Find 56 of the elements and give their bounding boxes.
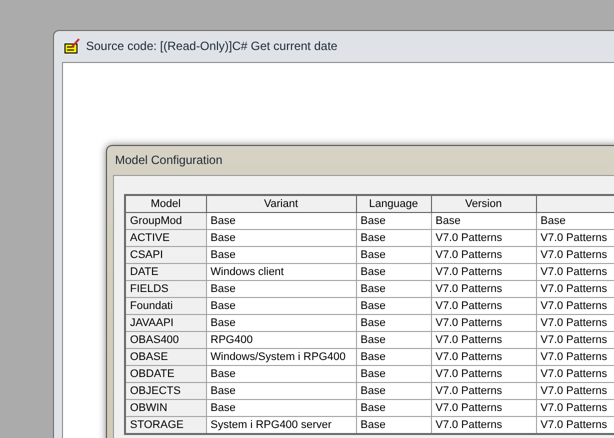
table-cell: V7.0 Patterns (431, 366, 536, 382)
row-header: OBWIN (125, 400, 206, 416)
table-cell: Base (206, 246, 356, 264)
table-cell: Base (356, 314, 431, 332)
table-cell: V7.0 Patterns (431, 230, 536, 246)
row-header: DATE (125, 264, 206, 280)
row-header: FIELDS (125, 280, 206, 298)
table-cell: Base (356, 366, 431, 382)
table-cell: V7.0 Patterns (431, 264, 536, 280)
table-cell: Windows/System i RPG400 (206, 348, 356, 366)
row-header: GroupMod (125, 212, 206, 230)
row-header: Foundati (125, 298, 206, 314)
table-cell: Base (206, 280, 356, 298)
table-cell: Base (356, 348, 431, 366)
table-cell: V7.0 Patterns (431, 280, 536, 298)
table-cell: Base (206, 400, 356, 416)
table-cell: Base (206, 382, 356, 400)
edit-note-icon (64, 38, 80, 54)
dialog-title: Model Configuration (115, 153, 222, 167)
window-title: Source code: [(Read-Only)]C# Get current date (86, 39, 338, 53)
table-cell: V7.0 Patterns (431, 314, 536, 332)
column-header[interactable]: Version (431, 195, 536, 212)
table-cell: V7.0 Patterns (431, 298, 536, 314)
table-cell: Base (356, 400, 431, 416)
table-cell: V7.0 Patterns (431, 246, 536, 264)
table-cell: Base (356, 332, 431, 348)
row-header: CSAPI (125, 246, 206, 264)
row-header: OBASE (125, 348, 206, 366)
table-cell: Base (206, 366, 356, 382)
table-cell: Windows client (206, 264, 356, 280)
table-cell: V7.0 Patterns (431, 348, 536, 366)
row-header: OBDATE (125, 366, 206, 382)
table-cell: V7.0 Patterns (431, 382, 536, 400)
table-cell: Base (356, 264, 431, 280)
column-header[interactable]: Variant (206, 195, 356, 212)
table-cell: Base (206, 298, 356, 314)
table-cell: RPG400 (206, 332, 356, 348)
row-header: OBJECTS (125, 382, 206, 400)
table-cell: Base (356, 280, 431, 298)
table-cell: Base (356, 246, 431, 264)
row-header: OBAS400 (125, 332, 206, 348)
table-cell: Base (356, 230, 431, 246)
table-cell: Base (206, 212, 356, 230)
row-header: STORAGE (125, 416, 206, 434)
table-cell: V7.0 Patterns (431, 332, 536, 348)
column-header[interactable]: Model (125, 195, 206, 212)
row-header: ACTIVE (125, 230, 206, 246)
row-header: JAVAAPI (125, 314, 206, 332)
table-cell: V7.0 Patterns (431, 400, 536, 416)
table-cell: Base (206, 314, 356, 332)
table-cell: Base (206, 230, 356, 246)
table-cell: Base (431, 212, 536, 230)
table-cell: Base (356, 298, 431, 314)
column-header[interactable]: Language (356, 195, 431, 212)
table-cell: Base (356, 212, 431, 230)
table-cell: Base (356, 382, 431, 400)
